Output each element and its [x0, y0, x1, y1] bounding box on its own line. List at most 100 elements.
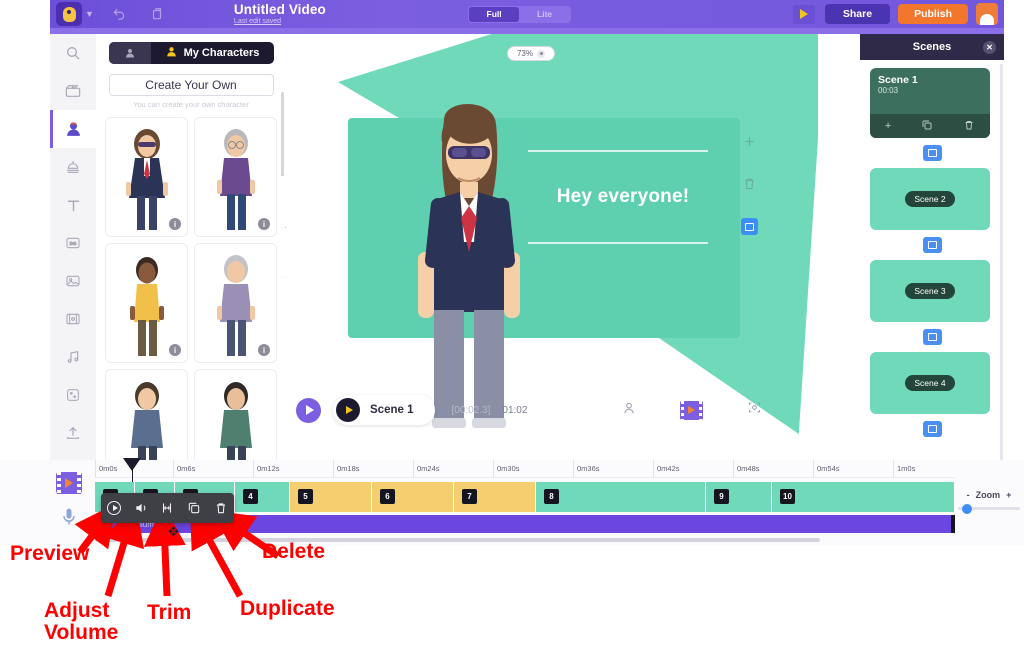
transition-icon[interactable]	[923, 421, 942, 437]
zoom-out-button[interactable]: -	[967, 490, 970, 500]
timeline-clip[interactable]: 4	[235, 482, 290, 512]
publish-button[interactable]: Publish	[898, 4, 968, 24]
add-icon[interactable]	[742, 134, 757, 154]
character-library-panel: My Characters Create Your Own You can cr…	[96, 34, 286, 460]
timeline-ruler[interactable]: 0m0s 0m6s 0m12s 0m18s 0m24s 0m30s 0m36s …	[95, 460, 955, 478]
character-info-badge[interactable]: i	[258, 218, 270, 230]
close-icon[interactable]: ✕	[983, 41, 996, 54]
microphone-icon[interactable]	[59, 506, 79, 533]
sidebar-item-background[interactable]: BG	[50, 224, 96, 262]
canvas-side-tools	[741, 134, 758, 235]
trim-clip-button[interactable]	[157, 498, 177, 518]
film-strip-icon[interactable]	[56, 472, 82, 494]
create-your-own-button[interactable]: Create Your Own	[109, 74, 274, 96]
timeline-scrollbar[interactable]	[95, 538, 820, 542]
create-your-own-hint: You can create your own character	[96, 100, 286, 109]
share-button[interactable]: Share	[825, 4, 890, 24]
transition-icon[interactable]	[923, 329, 942, 345]
mode-lite-button[interactable]: Lite	[519, 7, 570, 22]
chevron-down-icon[interactable]: ▼	[85, 9, 94, 19]
canvas-character[interactable]	[404, 102, 534, 432]
mode-toggle[interactable]: Full Lite	[468, 6, 571, 23]
character-card[interactable]: i	[194, 117, 277, 237]
mode-full-button[interactable]: Full	[469, 7, 520, 22]
duplicate-clip-button[interactable]	[184, 498, 204, 518]
scene-label: Scene 1	[370, 404, 413, 416]
adjust-volume-button[interactable]	[131, 498, 151, 518]
timeline-clip[interactable]: 10	[772, 482, 955, 512]
canvas-zoom-control[interactable]: 73%	[507, 46, 555, 61]
scene-thumbnail-label: Scene 3	[905, 283, 954, 299]
redo-icon[interactable]	[144, 2, 170, 26]
scene-thumbnail-actions: +	[870, 114, 990, 138]
project-title-block[interactable]: Untitled Video Last edit saved	[234, 3, 326, 26]
timeline-clip[interactable]: 9	[706, 482, 772, 512]
ruler-tick: 0m12s	[253, 460, 280, 478]
scene-thumbnail[interactable]: Scene 4	[870, 352, 990, 414]
play-scene-button[interactable]	[296, 398, 321, 423]
timeline-clip[interactable]: 6	[372, 482, 454, 512]
transition-icon[interactable]	[923, 145, 942, 161]
transition-icon[interactable]	[741, 218, 758, 235]
scenes-panel-scrollbar[interactable]	[1000, 64, 1003, 464]
scene-text-block[interactable]: Hey everyone!	[528, 150, 718, 244]
delete-icon[interactable]	[742, 176, 757, 196]
scenes-list: Scene 1 00:03 + Scene 2 Scene 3	[860, 60, 1004, 452]
add-scene-icon[interactable]: +	[885, 120, 891, 132]
character-card[interactable]: i	[105, 117, 188, 237]
clip-context-toolbar	[101, 493, 234, 523]
page-title: Untitled Video	[234, 3, 326, 17]
audio-clip-handle-left[interactable]	[95, 515, 99, 533]
sidebar-item-video[interactable]	[50, 300, 96, 338]
sidebar-item-props[interactable]	[50, 148, 96, 186]
duplicate-scene-icon[interactable]	[921, 119, 933, 134]
current-time: [00:02.3]	[451, 405, 490, 416]
delete-scene-icon[interactable]	[963, 119, 975, 134]
scene-thumbnail-duration: 00:03	[870, 86, 990, 95]
canvas-stage[interactable]: 73% Hey everyone!	[286, 34, 860, 460]
sidebar-item-effects[interactable]	[50, 376, 96, 414]
tab-all-characters[interactable]	[109, 42, 151, 64]
character-info-badge[interactable]: i	[169, 218, 181, 230]
undo-icon[interactable]	[106, 2, 132, 26]
character-card[interactable]: i	[194, 243, 277, 363]
character-info-badge[interactable]: i	[258, 344, 270, 356]
app-logo-icon[interactable]	[56, 2, 82, 26]
total-time: 01:02	[502, 405, 527, 416]
divider-bottom	[528, 242, 708, 244]
play-icon[interactable]	[336, 398, 360, 422]
character-card[interactable]: i	[105, 243, 188, 363]
preview-video-button[interactable]	[793, 5, 815, 24]
scene-thumbnail[interactable]: Scene 2	[870, 168, 990, 230]
timeline-clip[interactable]: 8	[536, 482, 706, 512]
scene-thumbnail[interactable]: Scene 3	[870, 260, 990, 322]
scene-thumbnail[interactable]: Scene 1 00:03 +	[870, 68, 990, 138]
sidebar-item-text[interactable]	[50, 186, 96, 224]
film-strip-icon[interactable]	[680, 401, 703, 420]
divider-top	[528, 150, 708, 152]
timeline-zoom-knob[interactable]	[962, 504, 972, 514]
focus-icon[interactable]	[747, 400, 762, 420]
sidebar-item-search[interactable]	[50, 34, 96, 72]
delete-clip-button[interactable]	[211, 498, 231, 518]
character-info-badge[interactable]: i	[169, 344, 181, 356]
zoom-dropdown-icon[interactable]	[537, 50, 545, 58]
sidebar-item-scenes[interactable]	[50, 72, 96, 110]
scene-selector[interactable]: Scene 1	[333, 395, 435, 425]
timeline-zoom-slider[interactable]	[958, 507, 1020, 510]
audio-clip-handle-right[interactable]	[951, 515, 955, 533]
sidebar-item-upload[interactable]	[50, 414, 96, 452]
sidebar-item-music[interactable]	[50, 338, 96, 376]
avatar[interactable]	[976, 3, 998, 25]
zoom-in-button[interactable]: +	[1006, 490, 1011, 500]
scene-headline[interactable]: Hey everyone!	[528, 186, 718, 208]
sidebar-item-images[interactable]	[50, 262, 96, 300]
timeline-clip[interactable]: 5	[290, 482, 372, 512]
timeline-clip[interactable]: 7	[454, 482, 536, 512]
preview-clip-button[interactable]	[104, 498, 124, 518]
transition-icon[interactable]	[923, 237, 942, 253]
ruler-tick: 0m18s	[333, 460, 360, 478]
tab-my-characters[interactable]: My Characters	[151, 45, 274, 61]
sidebar-item-characters[interactable]	[50, 110, 96, 148]
character-icon[interactable]	[622, 401, 636, 420]
